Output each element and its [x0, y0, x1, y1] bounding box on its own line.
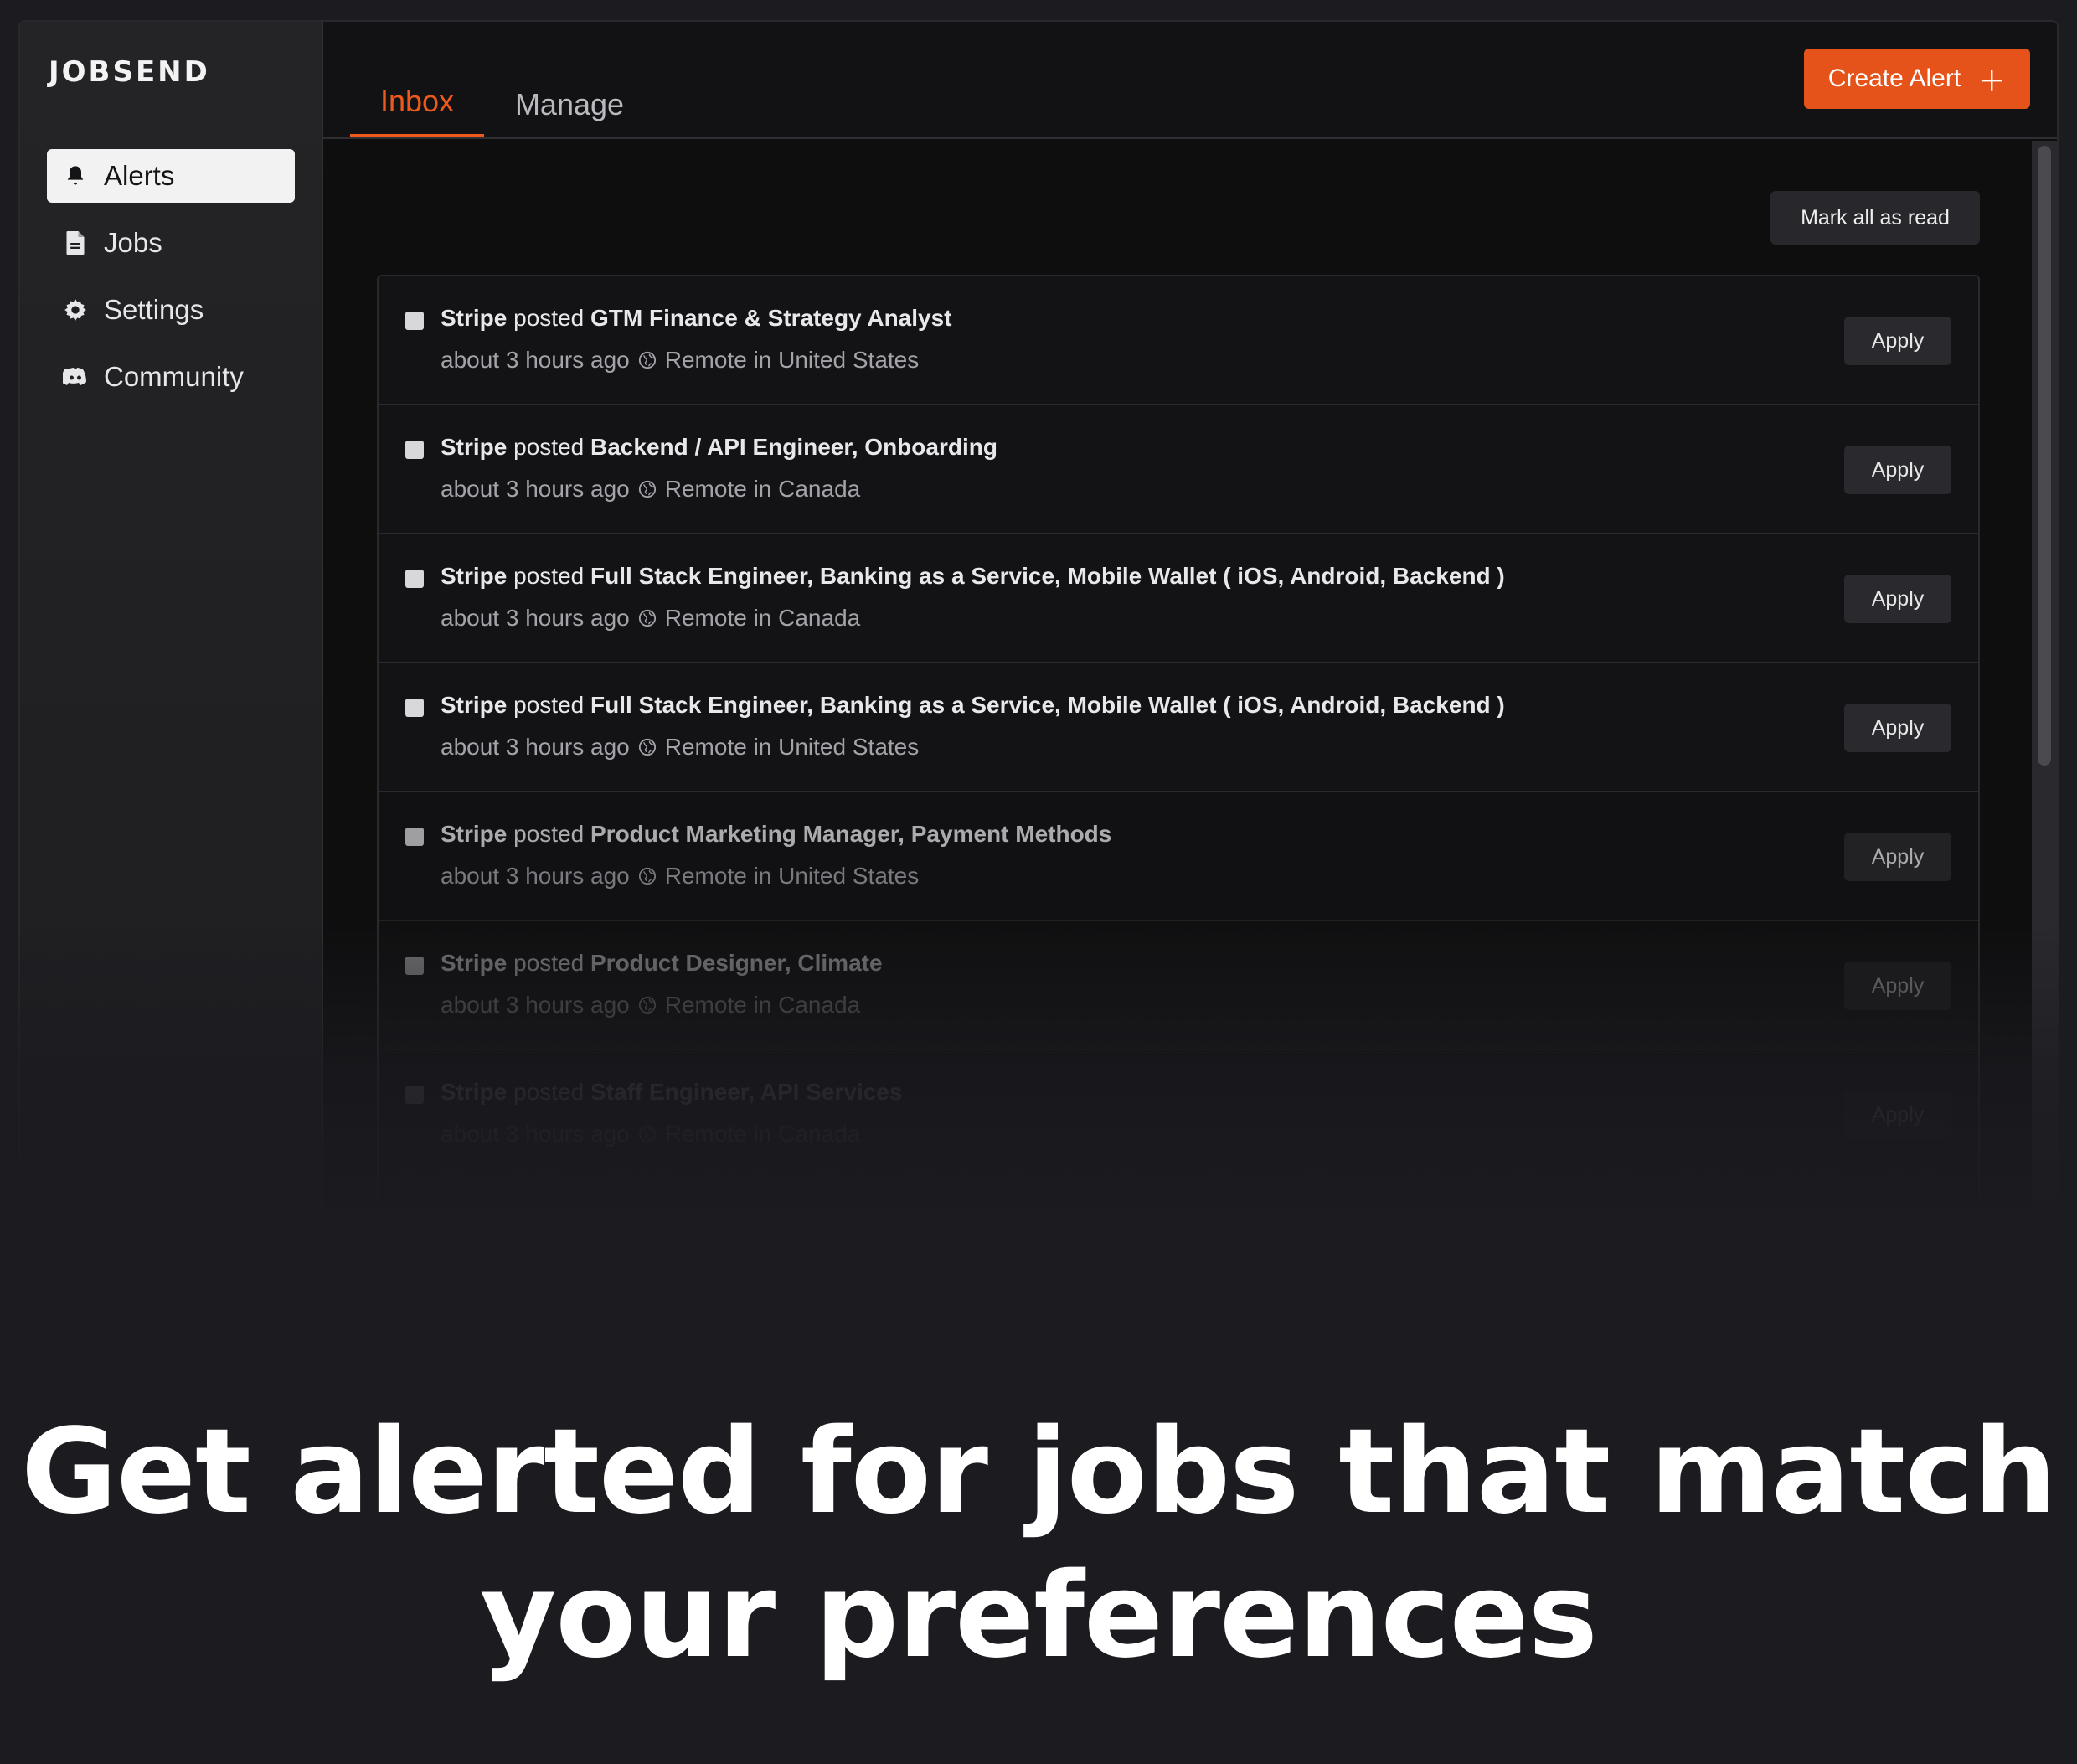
scrollbar-thumb[interactable] — [2038, 146, 2051, 766]
company-name: Stripe — [441, 305, 508, 331]
globe-icon — [638, 351, 657, 369]
marketing-headline: Get alerted for jobs that match your pre… — [0, 1400, 2077, 1689]
row-checkbox[interactable] — [405, 441, 424, 459]
row-checkbox[interactable] — [405, 828, 424, 846]
company-name: Stripe — [441, 692, 508, 718]
company-name: Stripe — [441, 563, 508, 589]
gear-icon — [62, 297, 89, 323]
headline-line-2: your preferences — [480, 1548, 1598, 1684]
alert-title: Stripe posted Product Marketing Manager,… — [441, 821, 1111, 848]
job-location: Remote in United States — [664, 863, 920, 889]
sidebar-item-alerts[interactable]: Alerts — [47, 149, 295, 203]
posted-word: posted — [513, 434, 585, 460]
apply-button[interactable]: Apply — [1844, 446, 1951, 494]
plus-icon: ＋ — [1977, 65, 2007, 98]
discord-icon — [62, 364, 89, 390]
alert-row[interactable]: Stripe posted Full Stack Engineer, Banki… — [379, 534, 1978, 663]
job-title[interactable]: Full Stack Engineer, Banking as a Servic… — [590, 692, 1505, 718]
row-checkbox[interactable] — [405, 312, 424, 330]
alert-meta: about 3 hours ago Remote in United States — [441, 734, 919, 761]
alert-row[interactable]: Stripe posted GTM Finance & Strategy Ana… — [379, 276, 1978, 405]
bell-icon — [62, 162, 89, 189]
sidebar-item-community[interactable]: Community — [47, 350, 295, 404]
mark-all-read-button[interactable]: Mark all as read — [1770, 191, 1980, 245]
posted-time: about 3 hours ago — [441, 605, 630, 631]
job-title[interactable]: Product Marketing Manager, Payment Metho… — [590, 821, 1111, 847]
posted-time: about 3 hours ago — [441, 734, 630, 760]
apply-button[interactable]: Apply — [1844, 317, 1951, 365]
alert-meta: about 3 hours ago Remote in United States — [441, 347, 919, 374]
company-name: Stripe — [441, 821, 508, 847]
create-alert-button[interactable]: Create Alert ＋ — [1804, 49, 2030, 109]
alert-row[interactable]: Stripe posted Full Stack Engineer, Banki… — [379, 663, 1978, 792]
sidebar-item-label: Community — [104, 361, 244, 392]
create-alert-label: Create Alert — [1827, 64, 1961, 92]
alert-title: Stripe posted Full Stack Engineer, Banki… — [441, 692, 1505, 719]
alert-title: Stripe posted GTM Finance & Strategy Ana… — [441, 305, 952, 332]
posted-word: posted — [513, 563, 585, 589]
globe-icon — [638, 609, 657, 627]
posted-time: about 3 hours ago — [441, 347, 630, 373]
job-title[interactable]: Full Stack Engineer, Banking as a Servic… — [590, 563, 1505, 589]
company-name: Stripe — [441, 434, 508, 460]
tab-bar: Inbox Manage Create Alert ＋ — [323, 22, 2057, 139]
posted-time: about 3 hours ago — [441, 476, 630, 502]
globe-icon — [638, 867, 657, 885]
job-location: Remote in United States — [664, 347, 920, 373]
sidebar-item-label: Settings — [104, 294, 204, 325]
alert-row[interactable]: Stripe posted Backend / API Engineer, On… — [379, 405, 1978, 534]
globe-icon — [638, 738, 657, 756]
file-icon — [62, 230, 89, 256]
sidebar-item-jobs[interactable]: Jobs — [47, 216, 295, 270]
sidebar-item-label: Alerts — [104, 160, 175, 191]
alert-meta: about 3 hours ago Remote in Canada — [441, 476, 860, 503]
posted-word: posted — [513, 821, 585, 847]
apply-button[interactable]: Apply — [1844, 575, 1951, 623]
tab-inbox[interactable]: Inbox — [350, 84, 484, 137]
alert-meta: about 3 hours ago Remote in United States — [441, 863, 919, 890]
app-logo: JOBSEND — [49, 55, 210, 89]
alert-row[interactable]: Stripe posted Product Marketing Manager,… — [379, 792, 1978, 921]
sidebar-item-label: Jobs — [104, 227, 162, 258]
job-location: Remote in Canada — [664, 605, 861, 631]
apply-button[interactable]: Apply — [1844, 704, 1951, 752]
sidebar-nav: Alerts Jobs Settings Community — [47, 149, 295, 417]
posted-word: posted — [513, 305, 585, 331]
posted-word: posted — [513, 692, 585, 718]
row-checkbox[interactable] — [405, 570, 424, 588]
alert-title: Stripe posted Full Stack Engineer, Banki… — [441, 563, 1505, 590]
job-location: Remote in United States — [664, 734, 920, 760]
apply-button[interactable]: Apply — [1844, 833, 1951, 881]
globe-icon — [638, 480, 657, 498]
headline-line-1: Get alerted for jobs that match — [21, 1404, 2057, 1540]
job-title[interactable]: Backend / API Engineer, Onboarding — [590, 434, 997, 460]
alert-title: Stripe posted Backend / API Engineer, On… — [441, 434, 997, 461]
alert-meta: about 3 hours ago Remote in Canada — [441, 605, 860, 632]
tab-manage[interactable]: Manage — [502, 87, 636, 137]
job-location: Remote in Canada — [664, 476, 861, 502]
job-title[interactable]: GTM Finance & Strategy Analyst — [590, 305, 952, 331]
row-checkbox[interactable] — [405, 699, 424, 717]
posted-time: about 3 hours ago — [441, 863, 630, 889]
sidebar-item-settings[interactable]: Settings — [47, 283, 295, 337]
